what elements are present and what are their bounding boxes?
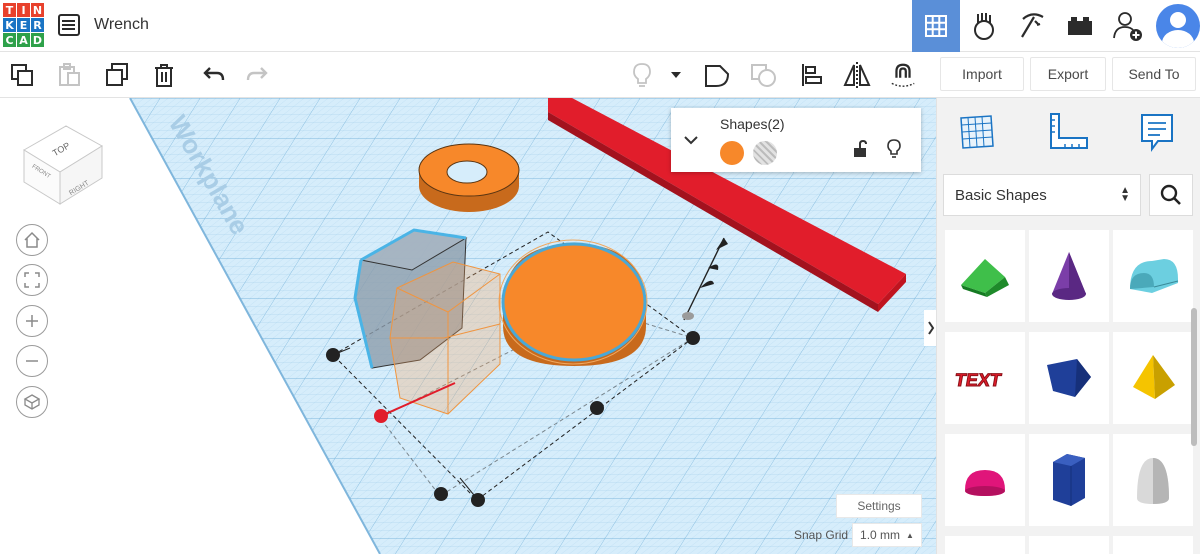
zoom-in-button[interactable] bbox=[16, 305, 48, 337]
fit-view-button[interactable] bbox=[16, 264, 48, 296]
view-mode-icons bbox=[912, 0, 1152, 52]
zoom-out-button[interactable] bbox=[16, 345, 48, 377]
collapse-chevron-icon[interactable] bbox=[683, 132, 699, 150]
trash-icon[interactable] bbox=[150, 61, 178, 89]
duplicate-icon[interactable] bbox=[103, 61, 131, 89]
ungroup-icon[interactable] bbox=[750, 61, 778, 89]
shapes-count-title: Shapes(2) bbox=[720, 116, 785, 132]
logo-letter: E bbox=[17, 18, 30, 32]
shape-search-button[interactable] bbox=[1149, 174, 1193, 216]
orange-tube-shape[interactable] bbox=[418, 143, 520, 212]
logo-letter: C bbox=[3, 33, 16, 47]
shape-tile-more-2[interactable] bbox=[1029, 536, 1109, 554]
undo-icon[interactable] bbox=[199, 61, 227, 89]
file-actions: Import Export Send To bbox=[936, 52, 1200, 98]
ruler-icon[interactable] bbox=[1045, 110, 1089, 154]
redo-icon[interactable] bbox=[244, 61, 272, 89]
brick-hand-icon[interactable] bbox=[960, 0, 1008, 52]
snap-grid-label: Snap Grid bbox=[794, 528, 849, 542]
shape-category-select[interactable]: Basic Shapes ▲ ▼ bbox=[943, 174, 1141, 216]
logo-letter: T bbox=[3, 3, 16, 17]
grid-view-icon[interactable] bbox=[912, 0, 960, 52]
settings-button[interactable]: Settings bbox=[836, 494, 922, 518]
logo-letter: I bbox=[17, 3, 30, 17]
add-user-icon[interactable] bbox=[1104, 0, 1152, 52]
top-bar: TIN KER CAD Wrench bbox=[0, 0, 1200, 52]
text-shape-label: TEXT bbox=[953, 370, 1002, 390]
logo-letter: R bbox=[31, 18, 44, 32]
pickaxe-icon[interactable] bbox=[1008, 0, 1056, 52]
tinkercad-logo[interactable]: TIN KER CAD bbox=[3, 3, 45, 48]
shape-tile-more-3[interactable] bbox=[1113, 536, 1193, 554]
design-menu-icon[interactable] bbox=[58, 14, 80, 36]
shape-tile-text[interactable]: TEXT bbox=[945, 332, 1025, 424]
cruise-magnet-icon[interactable] bbox=[889, 61, 917, 89]
visibility-bulb-icon[interactable] bbox=[886, 138, 902, 165]
lego-brick-icon[interactable] bbox=[1056, 0, 1104, 52]
logo-letter: N bbox=[31, 3, 44, 17]
shape-tile-half-sphere[interactable] bbox=[945, 434, 1025, 526]
shape-tile-box-wedge[interactable] bbox=[945, 230, 1025, 322]
user-avatar[interactable] bbox=[1156, 4, 1200, 48]
collapse-panel-chevron-icon[interactable] bbox=[924, 310, 936, 346]
design-viewport[interactable]: Workplane TOP FRONT RIGHT Shapes(2) Sett… bbox=[0, 98, 936, 554]
library-tools bbox=[937, 98, 1200, 168]
unlock-icon[interactable] bbox=[852, 139, 868, 163]
snap-grid-arrow-icon: ▲ bbox=[906, 530, 914, 540]
solid-color-swatch[interactable] bbox=[720, 141, 744, 165]
group-icon[interactable] bbox=[703, 61, 731, 89]
shape-library-panel: Basic Shapes ▲ ▼ TEXT bbox=[936, 98, 1200, 554]
export-button[interactable]: Export bbox=[1030, 57, 1106, 91]
document-title[interactable]: Wrench bbox=[94, 16, 149, 34]
shape-tile-more-1[interactable] bbox=[945, 536, 1025, 554]
shape-tile-paraboloid[interactable] bbox=[1113, 434, 1193, 526]
workplane-grid-icon[interactable] bbox=[955, 110, 999, 154]
shape-tile-hexagon[interactable] bbox=[1029, 434, 1109, 526]
shape-tile-pyramid[interactable] bbox=[1113, 332, 1193, 424]
logo-letter: K bbox=[3, 18, 16, 32]
shapes-inspector: Shapes(2) bbox=[671, 108, 921, 172]
align-icon[interactable] bbox=[798, 61, 826, 89]
note-dropdown-icon[interactable] bbox=[664, 61, 688, 89]
snap-grid-value: 1.0 mm bbox=[860, 528, 901, 542]
send-to-button[interactable]: Send To bbox=[1112, 57, 1196, 91]
shape-category-value: Basic Shapes bbox=[955, 186, 1047, 204]
perspective-button[interactable] bbox=[16, 386, 48, 418]
search-icon bbox=[1160, 184, 1181, 205]
home-view-button[interactable] bbox=[16, 224, 48, 256]
shape-tile-half-cylinder[interactable] bbox=[1113, 230, 1193, 322]
paste-icon[interactable] bbox=[55, 61, 83, 89]
copy-icon[interactable] bbox=[8, 61, 36, 89]
tinkercad-app: TIN KER CAD Wrench Import Export Send To W… bbox=[0, 0, 1200, 554]
hole-swatch[interactable] bbox=[753, 141, 777, 165]
select-arrows-icon: ▲ ▼ bbox=[1120, 185, 1130, 204]
shape-tile-polygon[interactable] bbox=[1029, 332, 1109, 424]
mirror-icon[interactable] bbox=[843, 61, 871, 89]
logo-letter: D bbox=[31, 33, 44, 47]
view-cube[interactable]: TOP FRONT RIGHT bbox=[18, 110, 108, 210]
import-button[interactable]: Import bbox=[940, 57, 1024, 91]
notes-icon[interactable] bbox=[1135, 110, 1179, 154]
shape-tile-cone[interactable] bbox=[1029, 230, 1109, 322]
edit-toolbar bbox=[0, 52, 936, 98]
logo-letter: A bbox=[17, 33, 30, 47]
note-bulb-icon[interactable] bbox=[628, 61, 656, 89]
library-scrollbar[interactable] bbox=[1191, 308, 1197, 446]
snap-grid-select[interactable]: 1.0 mm ▲ bbox=[852, 523, 922, 547]
